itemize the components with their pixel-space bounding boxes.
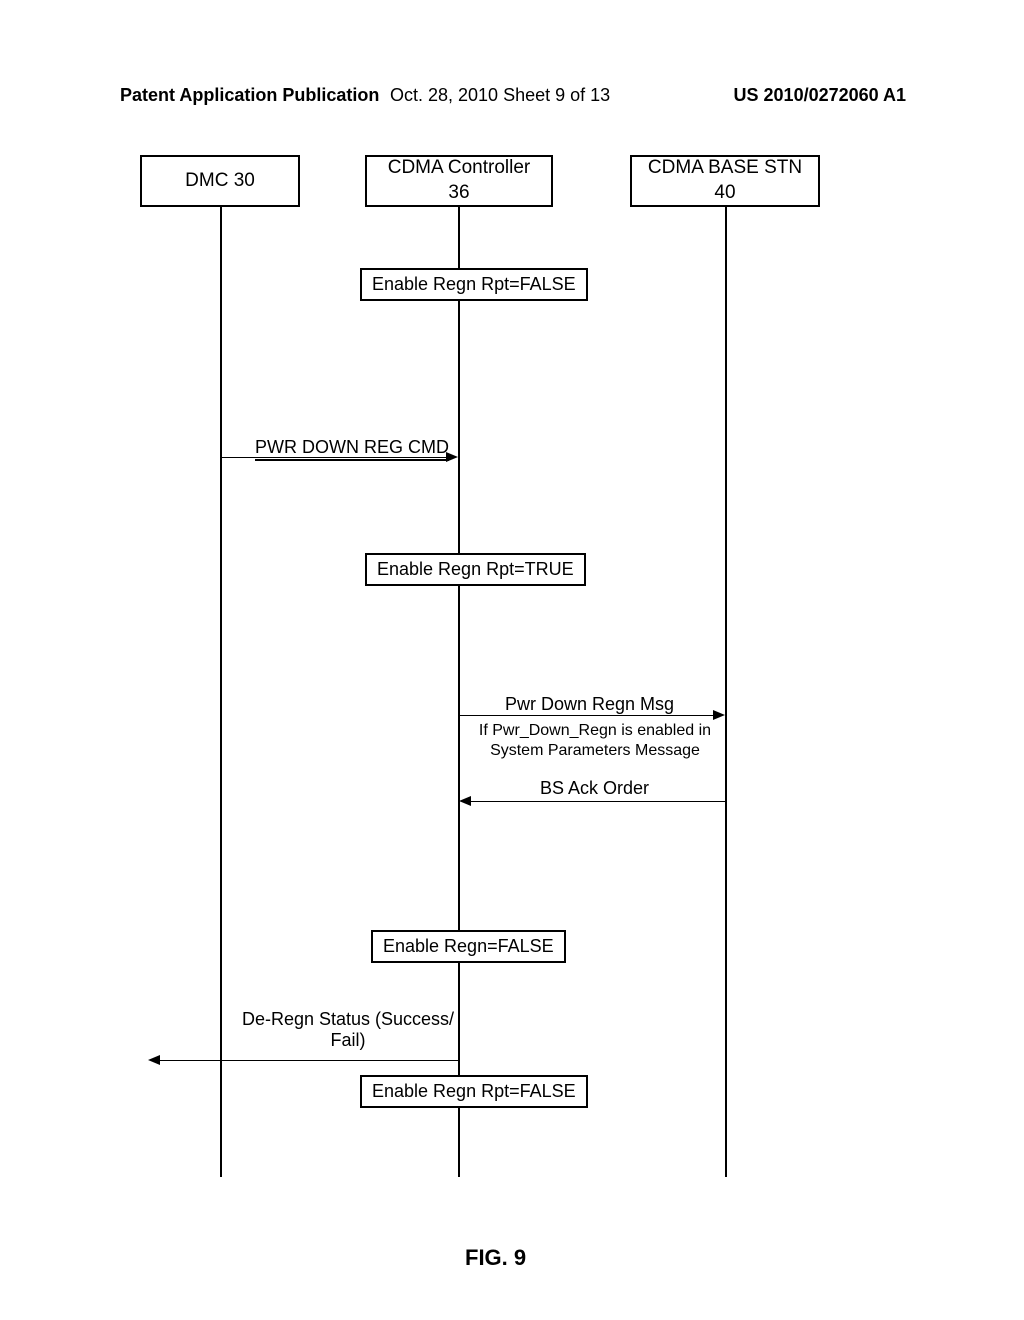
arrow-head-deregn <box>148 1055 160 1065</box>
header-publication: Patent Application Publication <box>120 85 379 106</box>
note-cond-line1: If Pwr_Down_Regn is enabled in <box>475 721 715 741</box>
arrow-pwr-down-msg <box>459 715 713 716</box>
header-pub-number: US 2010/0272060 A1 <box>734 85 906 106</box>
msg-deregn-status: De-Regn Status (Success/ Fail) <box>233 1009 463 1051</box>
actor-cdma-base-stn: CDMA BASE STN 40 <box>630 155 820 207</box>
header-date-sheet: Oct. 28, 2010 Sheet 9 of 13 <box>390 85 610 106</box>
msg-pwr-down-regn: Pwr Down Regn Msg <box>505 694 674 715</box>
state-enable-regn-false: Enable Regn=FALSE <box>371 930 566 963</box>
state-enable-regn-rpt-true: Enable Regn Rpt=TRUE <box>365 553 586 586</box>
arrow-pwr-down-cmd <box>220 457 446 458</box>
figure-label: FIG. 9 <box>465 1245 526 1271</box>
arrow-head-bs-ack <box>459 796 471 806</box>
state-enable-regn-rpt-false-1: Enable Regn Rpt=FALSE <box>360 268 588 301</box>
arrow-head-pwr-down-msg <box>713 710 725 720</box>
actor-controller-label2: 36 <box>448 181 469 206</box>
actor-dmc-label: DMC 30 <box>185 169 255 194</box>
actor-cdma-controller: CDMA Controller 36 <box>365 155 553 207</box>
actor-base-label2: 40 <box>714 181 735 206</box>
lifeline-base <box>725 207 727 1177</box>
arrow-bs-ack <box>471 801 725 802</box>
sequence-diagram: DMC 30 CDMA Controller 36 CDMA BASE STN … <box>150 155 890 1215</box>
actor-dmc: DMC 30 <box>140 155 300 207</box>
msg-deregn-line2: Fail) <box>233 1030 463 1051</box>
arrow-deregn-status <box>160 1060 458 1061</box>
state-enable-regn-rpt-false-2: Enable Regn Rpt=FALSE <box>360 1075 588 1108</box>
arrow-head-pwr-down-cmd <box>446 452 458 462</box>
msg-bs-ack-order: BS Ack Order <box>540 778 649 799</box>
lifeline-dmc <box>220 207 222 1177</box>
actor-base-label1: CDMA BASE STN <box>648 156 802 181</box>
actor-controller-label1: CDMA Controller <box>388 156 531 181</box>
note-cond-line2: System Parameters Message <box>475 741 715 761</box>
note-condition: If Pwr_Down_Regn is enabled in System Pa… <box>475 721 715 761</box>
msg-deregn-line1: De-Regn Status (Success/ <box>233 1009 463 1030</box>
